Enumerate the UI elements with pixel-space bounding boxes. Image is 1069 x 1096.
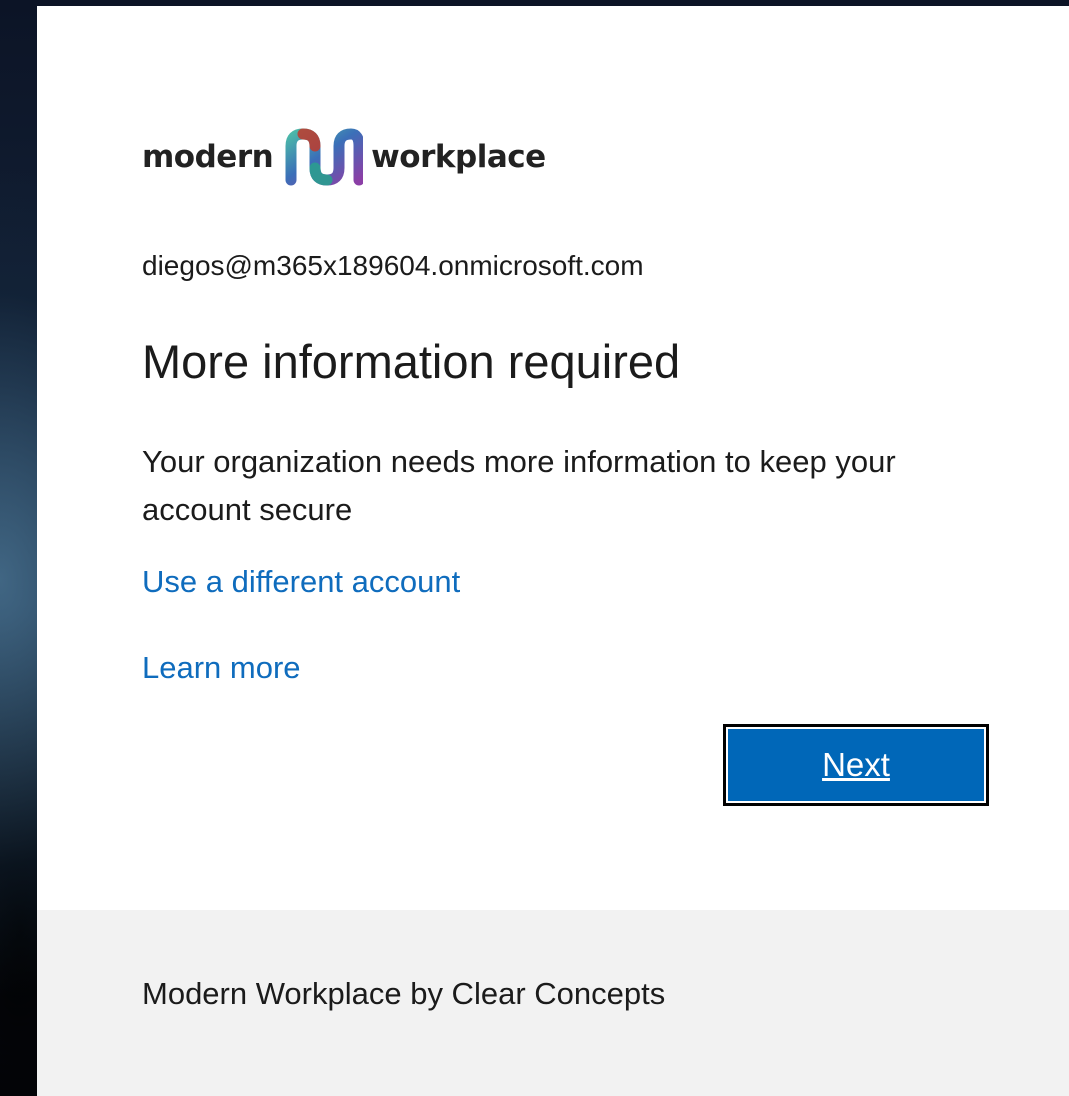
learn-more-link[interactable]: Learn more [142, 650, 301, 686]
modern-workplace-m-logo-icon [285, 128, 364, 186]
next-button[interactable]: Next [723, 724, 989, 806]
logo-text-modern: modern [142, 139, 274, 175]
account-email: diegos@m365x189604.onmicrosoft.com [142, 250, 644, 281]
sign-in-dialog: modern workplace diegos@m365x189604.onmi… [37, 6, 1069, 1096]
use-different-account-link[interactable]: Use a different account [142, 564, 460, 600]
footer: Modern Workplace by Clear Concepts [37, 910, 1069, 1096]
description-text: Your organization needs more information… [142, 444, 896, 527]
company-logo: modern workplace [142, 122, 546, 192]
logo-text-workplace: workplace [371, 139, 546, 175]
footer-text: Modern Workplace by Clear Concepts [142, 976, 666, 1011]
page-title: More information required [142, 335, 681, 388]
